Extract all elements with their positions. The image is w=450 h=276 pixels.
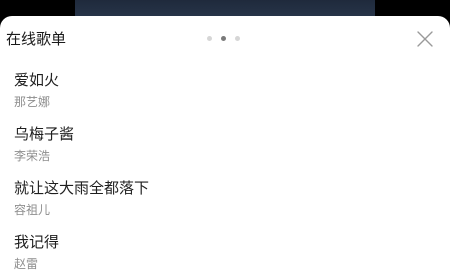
online-playlist-sheet: 在线歌单 爱如火 那艺娜 乌梅子酱 李荣浩 就让这大雨全都落下 容祖儿 我记得 <box>0 16 450 271</box>
song-title: 爱如火 <box>14 71 60 89</box>
sheet-header: 在线歌单 <box>0 16 450 60</box>
page-indicator <box>207 35 240 41</box>
song-item[interactable]: 就让这大雨全都落下 容祖儿 <box>0 168 450 222</box>
song-item[interactable]: 我记得 赵雷 <box>0 222 450 276</box>
song-title: 我记得 <box>14 233 60 251</box>
song-artist: 李荣浩 <box>14 149 51 163</box>
page-dot-1[interactable] <box>207 35 212 41</box>
sheet-title: 在线歌单 <box>6 30 67 48</box>
page-dot-2[interactable] <box>221 35 226 41</box>
song-artist: 赵雷 <box>14 257 39 271</box>
close-button[interactable] <box>414 28 436 50</box>
page-dot-3[interactable] <box>235 35 240 41</box>
song-artist: 那艺娜 <box>14 95 51 109</box>
song-artist: 容祖儿 <box>14 203 51 217</box>
song-title: 就让这大雨全都落下 <box>14 179 150 197</box>
song-title: 乌梅子酱 <box>14 125 75 143</box>
song-list: 爱如火 那艺娜 乌梅子酱 李荣浩 就让这大雨全都落下 容祖儿 我记得 赵雷 <box>0 60 450 276</box>
song-item[interactable]: 乌梅子酱 李荣浩 <box>0 114 450 168</box>
close-icon <box>417 31 433 47</box>
song-item[interactable]: 爱如火 那艺娜 <box>0 60 450 114</box>
